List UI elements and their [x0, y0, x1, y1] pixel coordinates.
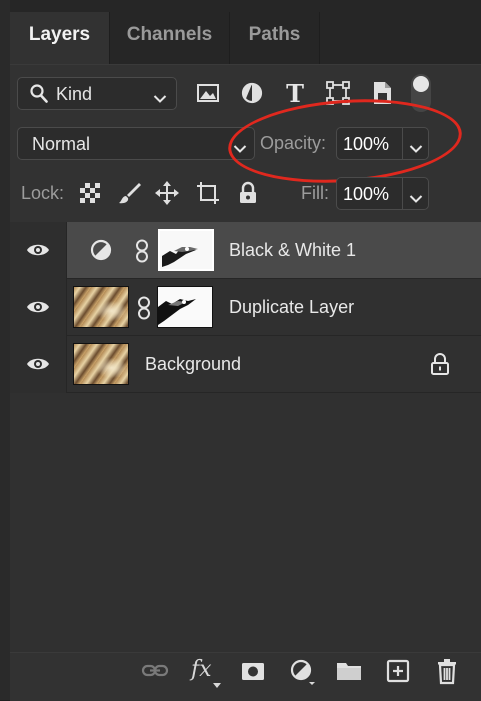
smart-object-filter-icon[interactable]	[367, 78, 397, 108]
toggle-knob	[413, 76, 429, 92]
chevron-down-icon[interactable]	[409, 138, 423, 159]
filter-toggle-switch[interactable]	[411, 74, 431, 112]
search-icon	[30, 84, 48, 109]
fx-dropdown-icon	[213, 676, 221, 688]
layers-empty-area	[10, 393, 481, 653]
opacity-label: Opacity:	[260, 133, 327, 153]
chevron-down-icon	[153, 88, 167, 109]
mask-link-icon[interactable]	[134, 239, 150, 268]
link-layers-icon[interactable]	[140, 656, 170, 686]
svg-text:T: T	[286, 79, 304, 108]
shape-filter-icon[interactable]	[323, 78, 353, 108]
fill-field[interactable]: 100%	[336, 177, 429, 210]
layer-row-duplicate[interactable]: Duplicate Layer	[10, 279, 481, 336]
delete-layer-icon[interactable]	[432, 656, 462, 686]
lock-transparent-pixels-icon[interactable]	[78, 181, 102, 205]
layer-lock-icon[interactable]	[430, 353, 450, 380]
layer-name[interactable]: Background	[145, 354, 241, 375]
lock-artboard-icon[interactable]	[196, 181, 220, 205]
fx-icon[interactable]: fx	[191, 657, 212, 682]
filter-kind-select[interactable]: Kind	[17, 77, 177, 110]
blend-mode-value: Normal	[32, 134, 91, 154]
adjustment-layer-icon	[90, 239, 112, 266]
chevron-down-icon	[233, 138, 247, 159]
field-divider	[402, 178, 403, 209]
layers-panel: Layers Channels Paths Kind T Normal Opac…	[0, 0, 481, 701]
tab-layers[interactable]: Layers	[10, 12, 110, 64]
layer-thumbnail[interactable]	[73, 286, 129, 328]
add-mask-icon[interactable]	[238, 656, 268, 686]
fill-value: 100%	[343, 184, 390, 204]
tab-paths[interactable]: Paths	[230, 12, 320, 64]
panel-tabs: Layers Channels Paths	[10, 0, 481, 65]
filter-kind-label: Kind	[56, 84, 93, 104]
tab-channels[interactable]: Channels	[110, 12, 230, 64]
type-filter-icon[interactable]: T	[280, 78, 310, 108]
adjustment-filter-icon[interactable]	[237, 78, 267, 108]
adjustment-layer-icon[interactable]	[287, 656, 317, 686]
visibility-toggle[interactable]	[10, 336, 67, 393]
blend-mode-select[interactable]: Normal	[17, 127, 255, 160]
layer-name[interactable]: Duplicate Layer	[229, 297, 354, 318]
image-filter-icon[interactable]	[193, 78, 223, 108]
opacity-value: 100%	[343, 134, 390, 154]
eye-icon	[27, 301, 49, 313]
eye-icon	[27, 358, 49, 370]
lock-image-pixels-icon[interactable]	[118, 181, 142, 205]
layer-mask-thumbnail[interactable]	[158, 229, 214, 271]
layer-name[interactable]: Black & White 1	[229, 240, 356, 261]
layer-row-background[interactable]: Background	[10, 336, 481, 393]
visibility-toggle[interactable]	[10, 279, 67, 336]
visibility-toggle[interactable]	[10, 222, 67, 279]
chevron-down-icon[interactable]	[409, 188, 423, 209]
new-group-icon[interactable]	[334, 656, 364, 686]
eye-icon	[27, 244, 49, 256]
new-layer-icon[interactable]	[383, 656, 413, 686]
field-divider	[402, 128, 403, 159]
lock-all-icon[interactable]	[236, 181, 260, 205]
fill-label: Fill:	[301, 183, 329, 203]
layer-row-black-white[interactable]: Black & White 1	[10, 222, 481, 279]
adjacent-panel-edge	[0, 0, 10, 700]
lock-label: Lock:	[21, 183, 65, 203]
layer-thumbnail[interactable]	[73, 343, 129, 385]
layer-mask-thumbnail[interactable]	[157, 286, 213, 328]
lock-position-icon[interactable]	[155, 181, 179, 205]
opacity-field[interactable]: 100%	[336, 127, 429, 160]
mask-link-icon[interactable]	[136, 296, 152, 325]
